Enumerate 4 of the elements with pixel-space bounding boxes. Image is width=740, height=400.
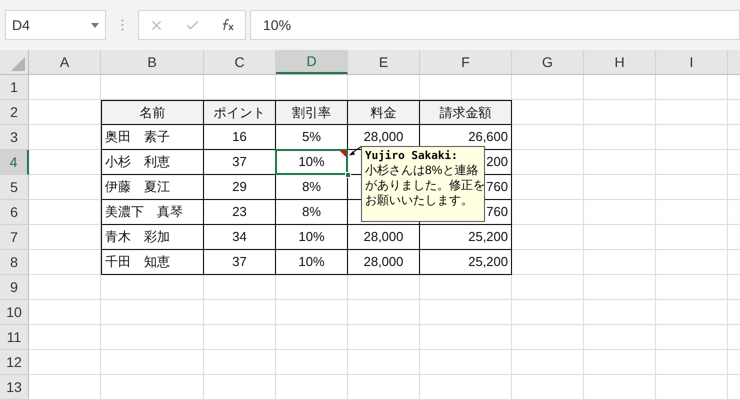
comment-text: お願いいたします。 xyxy=(365,193,474,208)
cell-reference: D4 xyxy=(12,16,30,34)
comment-author: Yujiro Sakaki: xyxy=(365,148,459,163)
comment-text: 小杉さんは8%と連絡 xyxy=(365,163,480,178)
